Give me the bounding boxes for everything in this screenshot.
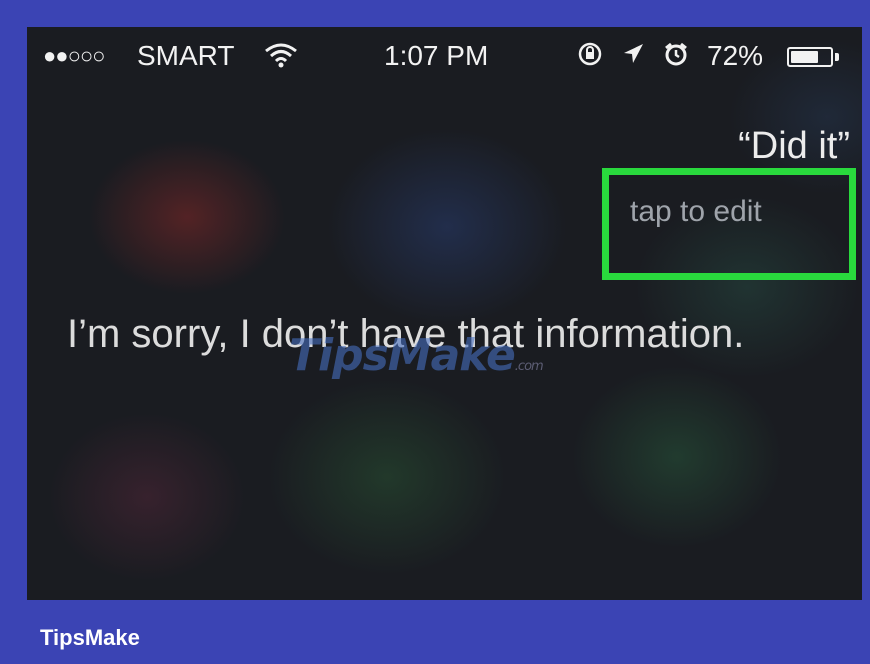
battery-fill xyxy=(791,51,818,63)
status-bar: ●●○○○ SMART 1:07 PM 72% xyxy=(27,27,862,85)
signal-strength-icon: ●●○○○ xyxy=(43,43,105,68)
watermark-text: TipsMake xyxy=(289,330,516,381)
location-arrow-icon xyxy=(621,41,645,74)
battery-tip xyxy=(835,53,839,61)
wifi-icon xyxy=(264,41,298,76)
highlight-box xyxy=(602,168,856,280)
battery-icon xyxy=(787,47,833,67)
status-time: 1:07 PM xyxy=(384,40,489,71)
status-icons xyxy=(577,41,699,74)
battery-percent: 72% xyxy=(707,40,764,71)
rotation-lock-icon xyxy=(577,41,603,74)
brand-label: TipsMake xyxy=(40,625,140,650)
alarm-icon xyxy=(663,41,689,74)
heard-query[interactable]: “Did it” xyxy=(738,125,850,168)
carrier-name: SMART xyxy=(137,40,235,71)
siri-screen: ●●○○○ SMART 1:07 PM 72% “Did it” tap to … xyxy=(27,27,862,600)
watermark-suffix: .com xyxy=(514,359,544,374)
watermark-logo: TipsMake.com xyxy=(289,330,544,381)
